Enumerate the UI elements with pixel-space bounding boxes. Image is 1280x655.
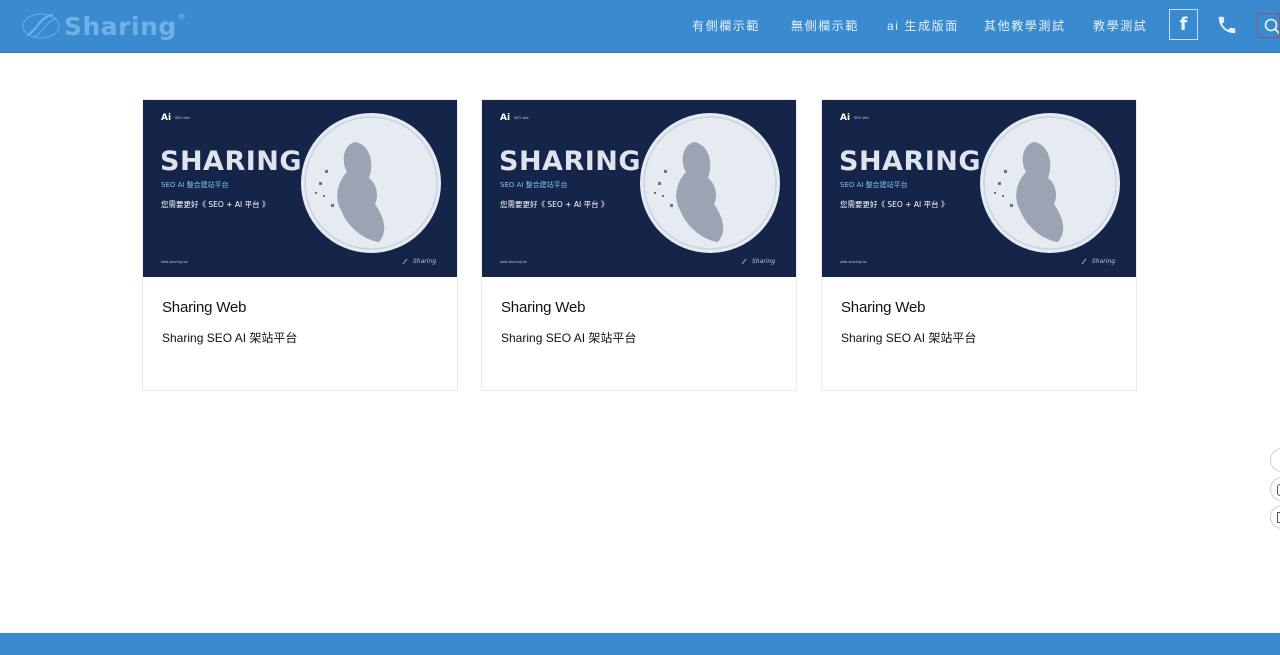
sharing-seo-ai-banner: Ai SEO site SHARING SEO AI 整合建站平台 您需要更好《…: [482, 100, 796, 277]
card-banner-image: Ai SEO site SHARING SEO AI 整合建站平台 您需要更好《…: [482, 100, 796, 277]
svg-text:您需要更好《 SEO + AI 平台 》: 您需要更好《 SEO + AI 平台 》: [840, 199, 948, 209]
svg-text:SEO site: SEO site: [514, 116, 529, 120]
site-logo[interactable]: Sharing®: [20, 8, 186, 44]
logo-registered-mark: ®: [177, 11, 187, 21]
nav-item-without-sidebar[interactable]: 無側欄示範: [791, 17, 859, 34]
nav-item-other-tutorials[interactable]: 其他教學測試: [984, 17, 1066, 34]
facebook-button[interactable]: f: [1169, 9, 1198, 40]
svg-text:Sharing: Sharing: [1092, 258, 1115, 265]
svg-text:Ai: Ai: [840, 113, 850, 123]
svg-text:Ai: Ai: [161, 113, 171, 123]
svg-text:SEO AI 整合建站平台: SEO AI 整合建站平台: [500, 180, 568, 189]
svg-text:您需要更好《 SEO + AI 平台 》: 您需要更好《 SEO + AI 平台 》: [161, 199, 269, 209]
site-footer: [0, 633, 1280, 655]
side-button-top[interactable]: [1270, 448, 1280, 472]
post-card[interactable]: Ai SEO site SHARING SEO AI 整合建站平台 您需要更好《…: [821, 99, 1137, 391]
svg-text:web.sharing.tw: web.sharing.tw: [500, 260, 527, 264]
post-card[interactable]: Ai SEO site SHARING SEO AI 整合建站平台 您需要更好《…: [481, 99, 797, 391]
sharing-seo-ai-banner: Ai SEO site SHARING SEO AI 整合建站平台 您需要更好《…: [822, 100, 1136, 277]
svg-text:SEO site: SEO site: [175, 116, 190, 120]
search-button[interactable]: [1257, 13, 1280, 38]
card-title[interactable]: Sharing Web: [501, 299, 585, 316]
site-header: Sharing® 有側欄示範 無側欄示範 ai 生成版面 其他教學測試 教學測試…: [0, 0, 1280, 53]
post-card[interactable]: Ai SEO site SHARING SEO AI 整合建站平台 您需要更好《…: [142, 99, 458, 391]
card-title[interactable]: Sharing Web: [841, 299, 925, 316]
logo-wordmark: Sharing: [64, 11, 177, 41]
svg-text:Ai: Ai: [500, 113, 510, 123]
svg-text:SHARING: SHARING: [160, 146, 302, 177]
nav-item-with-sidebar[interactable]: 有側欄示範: [692, 17, 760, 34]
svg-text:Sharing: Sharing: [413, 258, 436, 265]
sharing-seo-ai-banner: Ai SEO site SHARING SEO AI 整合建站平台 您需要更好《…: [143, 100, 457, 277]
side-button-middle[interactable]: [1270, 477, 1280, 501]
svg-text:SEO AI 整合建站平台: SEO AI 整合建站平台: [161, 180, 229, 189]
card-description: Sharing SEO AI 架站平台: [162, 331, 298, 345]
facebook-icon: f: [1179, 14, 1188, 35]
card-title[interactable]: Sharing Web: [162, 299, 246, 316]
nav-item-tutorial-test[interactable]: 教學測試: [1093, 17, 1147, 34]
svg-text:SHARING: SHARING: [499, 146, 641, 177]
nav-item-ai-layout[interactable]: ai 生成版面: [887, 17, 959, 34]
svg-text:SHARING: SHARING: [839, 146, 981, 177]
card-banner-image: Ai SEO site SHARING SEO AI 整合建站平台 您需要更好《…: [822, 100, 1136, 277]
svg-text:Sharing: Sharing: [752, 258, 775, 265]
card-description: Sharing SEO AI 架站平台: [501, 331, 637, 345]
logo-text: Sharing®: [64, 12, 186, 41]
svg-text:SEO AI 整合建站平台: SEO AI 整合建站平台: [840, 180, 908, 189]
card-banner-image: Ai SEO site SHARING SEO AI 整合建站平台 您需要更好《…: [143, 100, 457, 277]
svg-text:web.sharing.tw: web.sharing.tw: [161, 260, 188, 264]
svg-text:您需要更好《 SEO + AI 平台 》: 您需要更好《 SEO + AI 平台 》: [500, 199, 608, 209]
svg-text:SEO site: SEO site: [854, 116, 869, 120]
card-description: Sharing SEO AI 架站平台: [841, 331, 977, 345]
side-button-bottom[interactable]: [1270, 505, 1280, 529]
sharing-swirl-logo-icon: [22, 13, 60, 39]
phone-button[interactable]: [1216, 14, 1238, 36]
svg-text:web.sharing.tw: web.sharing.tw: [840, 260, 867, 264]
search-icon: [1264, 18, 1279, 34]
phone-icon: [1218, 16, 1236, 34]
